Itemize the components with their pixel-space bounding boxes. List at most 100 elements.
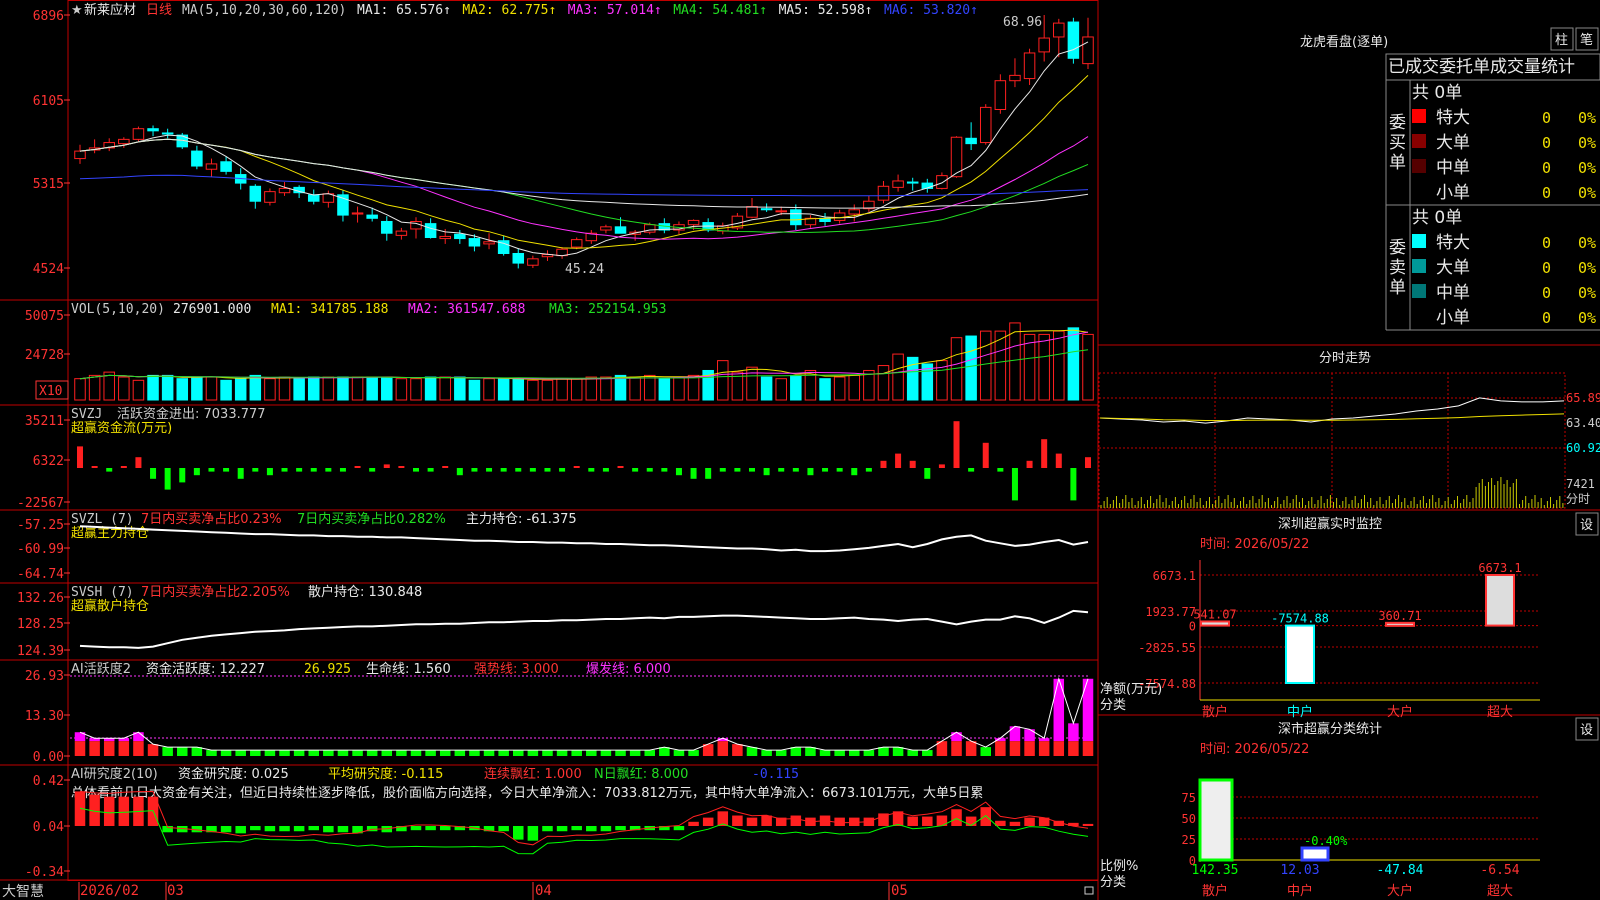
svzj-bar [310,468,317,472]
volume-bar [395,378,408,401]
volume-bars [74,322,1094,401]
ai1-bar [147,744,159,756]
svzl-axis: -57.25 -60.99 -64.74 [17,518,70,582]
ai2-bar [761,815,772,826]
stock-name[interactable]: 新莱应材 [84,2,136,18]
volume-bar [790,374,802,401]
classify-cat-2: 大户 [1387,883,1413,899]
candle-body [1023,52,1036,80]
volume-bar [191,376,203,401]
candle-body [366,214,378,219]
ai1-c: 生命线: 1.560 [366,661,451,677]
ai1-bar [629,750,641,756]
svzj-bar [602,468,609,472]
ai1-bar [673,750,685,756]
lock-icon[interactable] [1084,886,1094,895]
ai1-bar-magenta [1068,723,1079,742]
svzj-bar [223,468,230,472]
candle-body [936,175,948,189]
sell-rows-swatch-2 [1412,284,1426,298]
candle-body [454,233,466,240]
ai2-bar [746,817,758,826]
svzj-bar [938,464,945,468]
ai1-bar [761,750,772,756]
ai2-bar [586,826,597,832]
svzj-bar [296,468,303,472]
svzj-bar [895,453,902,468]
ai2-a: 资金研究度: 0.025 [178,766,289,782]
svzl-line [79,525,1089,553]
volume-bar [322,376,335,401]
high-mark: 68.96 [1003,15,1042,30]
svzj-bar [734,468,741,472]
ai1-bar-magenta [1009,726,1021,742]
svzj-bar [997,468,1004,472]
candle-body [570,239,583,248]
classify-xlabel: 分类 [1100,875,1126,890]
buy-rows-pct-2: 0% [1578,159,1596,177]
ai2-bar [702,817,714,826]
candle-body [877,185,890,201]
volume-bar [570,378,583,401]
candle-body [1053,22,1065,38]
ai2-bar [250,826,261,831]
table-title: 已成交委托单成交量统计 [1388,57,1575,77]
ai2-bar [220,826,232,833]
candle-body [147,128,159,132]
ai1-bar [425,750,436,756]
svzl-axis-label-2: -64.74 [17,567,64,582]
right-top-panel: 龙虎看盘(逐单) 柱 笔 已成交委托单成交量统计 委买单 委卖单 共 0单 共 … [1300,27,1600,331]
ai1-bar [337,750,349,756]
sell-side-char-2: 单 [1389,278,1406,298]
svsh-sub: 超赢散户持仓 [71,598,149,614]
ai1-bar [556,750,568,756]
monitor-cat-2: 大户 [1387,704,1413,720]
svzj-bar [705,468,712,479]
svzj-bar [749,468,755,472]
ai2-e: -0.115 [752,767,799,782]
ai2-bar [922,816,933,826]
period-label[interactable]: 日线 [146,3,172,18]
ai1-bar [513,750,524,756]
svzj-bar [325,468,332,472]
candle-body [118,138,130,145]
sell-rows-swatch-0 [1412,234,1426,248]
volume-bar [614,374,627,401]
sell-rows-name-3: 小单 [1436,308,1470,328]
intraday-vol: 7421 [1566,477,1595,491]
ma-value-6: MA6: 53.820↑ [884,3,978,18]
svzj-bar [413,468,419,472]
ma-value-2: MA2: 62.775↑ [462,3,556,18]
candle-body [979,106,992,144]
monitor-ylabel: 净额(万元) [1100,682,1162,697]
monitor-bar-2 [1385,621,1415,627]
svzj-bar [675,468,682,476]
volume-bar [483,378,495,401]
ai2-bar [600,826,612,832]
ai2-axis-label-0: 0.42 [33,774,64,789]
monitor-bar-1 [1285,624,1315,684]
volume-bar [687,374,700,401]
svzj-bar [77,446,83,468]
svzl-axis-label-1: -60.99 [17,542,64,557]
volume-bar [1023,333,1036,401]
volume-bar [775,378,787,401]
classify-value-1: 12.03 [1280,863,1319,878]
sell-rows-swatch-1 [1412,259,1426,273]
monitor-value-2: 360.71 [1378,609,1421,623]
volume-bar [88,374,101,401]
ai1-bar [293,750,305,756]
price-header: ★ 新莱应材 日线 MA(5,10,20,30,60,120) MA1: 65.… [71,2,978,18]
candle-body [439,235,451,240]
ma-value-4: MA4: 54.481↑ [673,3,767,18]
classify-panel: 深市超赢分类统计 设 时间: 2026/05/22 7550250-0.40%1… [1100,717,1599,899]
volume-bar [410,378,422,401]
volume-bar [979,330,992,401]
ai1-header: AI活跃度2 资金活跃度: 12.227 26.925 生命线: 1.560 强… [71,661,671,677]
svzj-bar [120,466,127,468]
classify-mid-label: -0.40% [1304,834,1348,848]
svsh-axis-label-1: 128.25 [17,617,64,632]
volume-bar [439,376,451,401]
ai1-bar [586,750,597,756]
svzj-bar [237,468,244,479]
